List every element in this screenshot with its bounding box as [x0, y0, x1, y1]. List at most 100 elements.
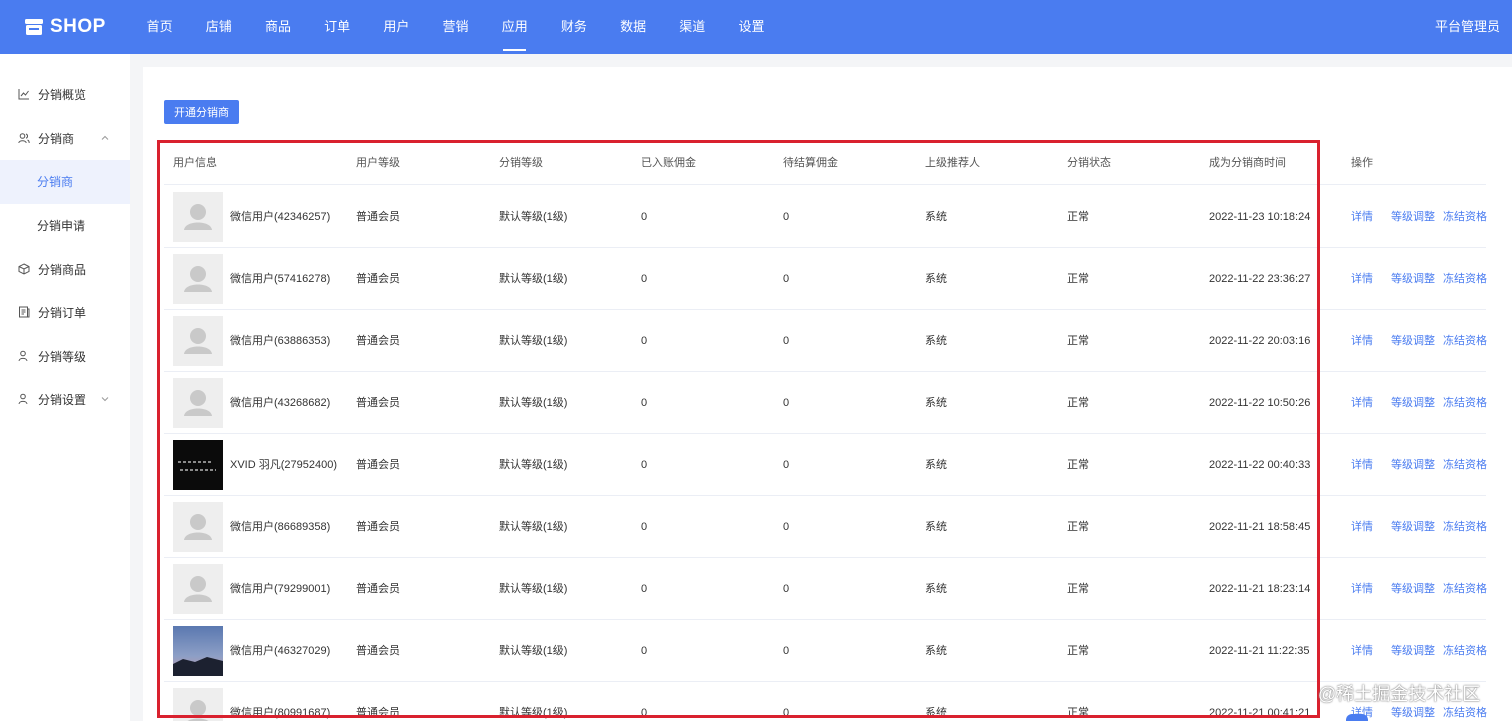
- pending-commission-cell: 0: [783, 335, 790, 347]
- floating-button[interactable]: [1346, 714, 1368, 721]
- referrer-cell: 系统: [925, 707, 947, 719]
- sidebar-subitem-distributors[interactable]: 分销商: [0, 160, 130, 204]
- table-header: 用户信息 用户等级 分销等级 已入账佣金 待结算佣金 上级推荐人 分销状态 成为分销商时间 操作: [164, 142, 1486, 185]
- detail-link[interactable]: 详情: [1351, 372, 1373, 434]
- nav-tab[interactable]: 店铺: [189, 0, 248, 54]
- distribution-level-cell: 默认等级(1级): [499, 645, 568, 657]
- referrer-cell: 系统: [925, 335, 947, 347]
- user-level-cell: 普通会员: [356, 335, 400, 347]
- nav-tab[interactable]: 财务: [544, 0, 603, 54]
- joined-time-cell: 2022-11-23 10:18:24: [1209, 211, 1311, 223]
- admin-user-label[interactable]: 平台管理员: [1435, 0, 1500, 54]
- freeze-link[interactable]: 冻结资格: [1443, 310, 1487, 372]
- table-row[interactable]: 微信用户(57416278) 普通会员 默认等级(1级) 0 0 系统 正常 2022-11-…: [164, 248, 1487, 310]
- status-cell: 正常: [1067, 273, 1089, 285]
- detail-link[interactable]: 详情: [1351, 558, 1373, 620]
- referrer-cell: 系统: [925, 521, 947, 533]
- nav-tab[interactable]: 订单: [308, 0, 367, 54]
- detail-link[interactable]: 详情: [1351, 248, 1373, 310]
- freeze-link[interactable]: 冻结资格: [1443, 248, 1487, 310]
- sidebar-item-settings[interactable]: 分销设置: [0, 377, 130, 421]
- settled-commission-cell: 0: [641, 335, 648, 347]
- table-row[interactable]: 微信用户(80991687) 普通会员 默认等级(1级) 0 0 系统 正常 2022-11-…: [164, 682, 1487, 721]
- distribution-level-cell: 默认等级(1级): [499, 335, 568, 347]
- freeze-link[interactable]: 冻结资格: [1443, 372, 1487, 434]
- pending-commission-cell: 0: [783, 583, 790, 595]
- table-row[interactable]: 微信用户(63886353) 普通会员 默认等级(1级) 0 0 系统 正常 2022-11-…: [164, 310, 1487, 372]
- pending-commission-cell: 0: [783, 211, 790, 223]
- detail-link[interactable]: 详情: [1351, 496, 1373, 558]
- detail-link[interactable]: 详情: [1351, 620, 1373, 682]
- nav-tab[interactable]: 首页: [130, 0, 189, 54]
- user-name-cell: 微信用户(79299001): [230, 583, 331, 595]
- sidebar-item-distributors[interactable]: 分销商: [0, 116, 130, 160]
- nav-tab[interactable]: 应用: [485, 0, 544, 54]
- table-row[interactable]: XVID 羽凡(27952400) 普通会员 默认等级(1级) 0 0 系统 正常 2022-…: [164, 434, 1487, 496]
- freeze-link[interactable]: 冻结资格: [1443, 496, 1487, 558]
- freeze-link[interactable]: 冻结资格: [1443, 620, 1487, 682]
- detail-link[interactable]: 详情: [1351, 434, 1373, 496]
- sidebar-subitem-applications[interactable]: 分销申请: [0, 204, 130, 248]
- user-level-cell: 普通会员: [356, 645, 400, 657]
- adjust-level-link[interactable]: 等级调整: [1391, 558, 1435, 620]
- table-row[interactable]: 微信用户(46327029) 普通会员 默认等级(1级) 0 0 系统 正常 2022-11-…: [164, 620, 1487, 682]
- sidebar-item-overview[interactable]: 分销概览: [0, 72, 130, 116]
- user-name-cell: 微信用户(42346257): [230, 211, 331, 223]
- referrer-cell: 系统: [925, 459, 947, 471]
- detail-link[interactable]: 详情: [1351, 186, 1373, 248]
- sidebar-item-levels[interactable]: 分销等级: [0, 334, 130, 378]
- chart-line-icon: [18, 89, 29, 100]
- pending-commission-cell: 0: [783, 459, 790, 471]
- user-level-cell: 普通会员: [356, 583, 400, 595]
- status-cell: 正常: [1067, 521, 1089, 533]
- freeze-link[interactable]: 冻结资格: [1443, 186, 1487, 248]
- adjust-level-link[interactable]: 等级调整: [1391, 186, 1435, 248]
- status-cell: 正常: [1067, 335, 1089, 347]
- detail-link[interactable]: 详情: [1351, 310, 1373, 372]
- column-header: 分销状态: [1067, 157, 1111, 169]
- table-row[interactable]: 微信用户(86689358) 普通会员 默认等级(1级) 0 0 系统 正常 2022-11-…: [164, 496, 1487, 558]
- table-row[interactable]: 微信用户(79299001) 普通会员 默认等级(1级) 0 0 系统 正常 2022-11-…: [164, 558, 1487, 620]
- joined-time-cell: 2022-11-22 20:03:16: [1209, 335, 1311, 347]
- open-distributor-button[interactable]: 开通分销商: [164, 100, 239, 124]
- column-header: 待结算佣金: [783, 157, 838, 169]
- table-row[interactable]: 微信用户(42346257) 普通会员 默认等级(1级) 0 0 系统 正常 2022-11-…: [164, 186, 1487, 248]
- status-cell: 正常: [1067, 645, 1089, 657]
- referrer-cell: 系统: [925, 211, 947, 223]
- top-navigation-bar: SHOP 首页 店铺 商品 订单 用户 营销 应用 财务 数据 渠道 设置 平台管理员: [0, 0, 1512, 54]
- adjust-level-link[interactable]: 等级调整: [1391, 620, 1435, 682]
- user-level-cell: 普通会员: [356, 211, 400, 223]
- user-name-cell: 微信用户(63886353): [230, 335, 331, 347]
- nav-tab[interactable]: 数据: [604, 0, 663, 54]
- table-row[interactable]: 微信用户(43268682) 普通会员 默认等级(1级) 0 0 系统 正常 2022-11-…: [164, 372, 1487, 434]
- adjust-level-link[interactable]: 等级调整: [1391, 310, 1435, 372]
- adjust-level-link[interactable]: 等级调整: [1391, 496, 1435, 558]
- column-header: 成为分销商时间: [1209, 157, 1286, 169]
- watermark: @稀土掘金技术社区: [1318, 684, 1481, 704]
- nav-tab[interactable]: 渠道: [663, 0, 722, 54]
- settled-commission-cell: 0: [641, 397, 648, 409]
- status-cell: 正常: [1067, 211, 1089, 223]
- column-header: 用户等级: [356, 157, 400, 169]
- freeze-link[interactable]: 冻结资格: [1443, 558, 1487, 620]
- nav-tab[interactable]: 营销: [426, 0, 485, 54]
- sidebar-item-label: 分销设置: [38, 392, 87, 407]
- nav-tab[interactable]: 商品: [248, 0, 307, 54]
- main-nav: 首页 店铺 商品 订单 用户 营销 应用 财务 数据 渠道 设置: [130, 0, 781, 54]
- nav-tab[interactable]: 用户: [367, 0, 426, 54]
- settled-commission-cell: 0: [641, 273, 648, 285]
- adjust-level-link[interactable]: 等级调整: [1391, 248, 1435, 310]
- adjust-level-link[interactable]: 等级调整: [1391, 434, 1435, 496]
- sidebar-item-products[interactable]: 分销商品: [0, 247, 130, 291]
- sidebar-item-label: 分销商: [38, 131, 75, 146]
- sidebar-item-orders[interactable]: 分销订单: [0, 290, 130, 334]
- user-name-cell: 微信用户(86689358): [230, 521, 331, 533]
- adjust-level-link[interactable]: 等级调整: [1391, 372, 1435, 434]
- pending-commission-cell: 0: [783, 645, 790, 657]
- distribution-level-cell: 默认等级(1级): [499, 273, 568, 285]
- freeze-link[interactable]: 冻结资格: [1443, 434, 1487, 496]
- sidebar-item-label: 分销概览: [38, 87, 87, 102]
- user-level-cell: 普通会员: [356, 459, 400, 471]
- logo[interactable]: SHOP: [24, 13, 106, 41]
- nav-tab[interactable]: 设置: [722, 0, 781, 54]
